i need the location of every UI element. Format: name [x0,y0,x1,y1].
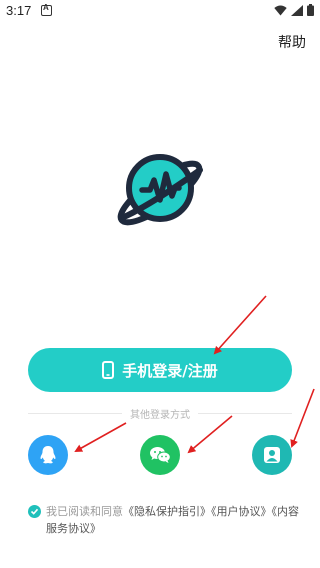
qq-login-button[interactable] [28,435,68,475]
other-login-label: 其他登录方式 [130,409,190,421]
checkmark-icon [30,508,39,515]
agreement-prefix: 我已阅读和同意 [46,505,123,518]
status-bar: 3:17 [0,0,320,24]
wifi-icon [274,5,287,15]
app-logo [117,154,203,226]
annotation-arrow-wechat [187,415,233,454]
user-icon [264,447,280,463]
battery-icon [307,4,314,16]
wechat-login-button[interactable] [140,435,180,475]
account-login-button[interactable] [252,435,292,475]
annotation-arrows [74,295,315,454]
divider-line-left [28,412,122,414]
agree-checkbox[interactable] [28,505,41,518]
qq-icon [40,446,56,464]
phone-icon [102,361,115,379]
status-icons [274,4,314,16]
signal-icon [291,4,303,16]
annotation-arrow-account [290,388,315,448]
other-login-divider: 其他登录方式 [28,405,292,421]
wechat-icon [150,447,171,463]
phone-login-button[interactable]: 手机登录/注册 [28,348,292,392]
phone-login-label: 手机登录/注册 [122,361,218,380]
user-agreement-link[interactable]: 《用户协议》 [211,505,272,518]
notification-a-icon [41,3,52,16]
annotation-arrow-phone [213,295,267,355]
help-link[interactable]: 帮助 [278,32,306,52]
status-time: 3:17 [6,3,32,18]
agreement-block: 我已阅读和同意《隐私保护指引》《用户协议》《内容服务协议》 [28,503,300,537]
annotation-arrow-qq [74,422,127,452]
divider-line-right [198,412,292,414]
agreement-text: 我已阅读和同意《隐私保护指引》《用户协议》《内容服务协议》 [28,503,300,537]
privacy-policy-link[interactable]: 《隐私保护指引》 [123,505,211,518]
